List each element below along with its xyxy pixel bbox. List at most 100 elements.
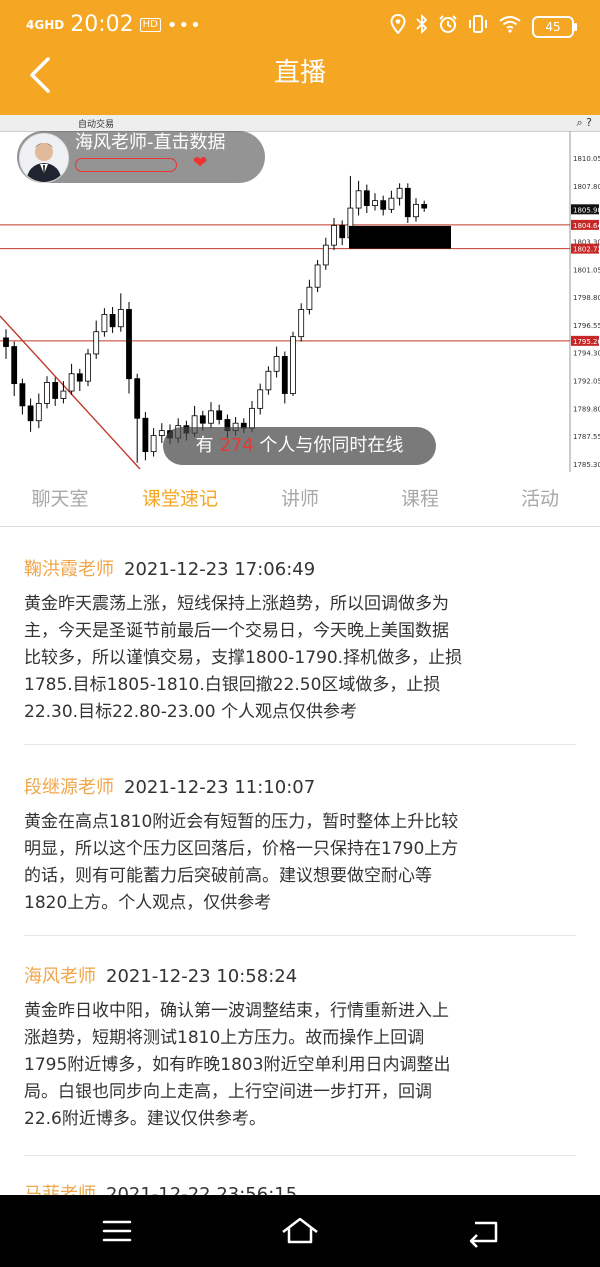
top-app-bar: 4GHD 20:02 HD ••• 45 直播 (0, 0, 600, 115)
bluetooth-icon (416, 13, 428, 39)
candle-body (306, 286, 313, 310)
price-axis-label: 1796.55 (573, 322, 600, 330)
candle-body (249, 407, 255, 429)
post-line: 1795附近博多，如有昨晚1803附近空单利用日内调整出 (24, 1055, 451, 1075)
online-count-banner: 有 274 个人与你同时在线 (163, 427, 436, 465)
list-item: 海风老师 2021-12-23 10:58:24 黄金昨日收中阳，确认第一波调整结… (24, 964, 576, 1133)
tab-activities[interactable]: 活动 (480, 486, 600, 512)
divider (24, 744, 576, 745)
tab-lecturers[interactable]: 讲师 (240, 486, 360, 512)
more-notifications-icon: ••• (166, 14, 202, 36)
post-line: 22.6附近博多。建议仅供参考。 (24, 1109, 266, 1129)
candle-body (11, 346, 18, 385)
post-line: 黄金昨日收中阳，确认第一波调整结束，行情重新进入上 (24, 1001, 449, 1021)
divider (24, 1155, 576, 1156)
candle-body (109, 313, 116, 328)
candle-body (85, 353, 91, 382)
candle-body (199, 415, 206, 424)
list-item: 段继源老师 2021-12-23 11:10:07 黄金在高点1810附近会有短暂… (24, 775, 576, 917)
location-icon (390, 13, 406, 39)
price-axis-label: 1798.80 (573, 294, 600, 302)
candle-body (126, 309, 132, 380)
post-body: 黄金昨日收中阳，确认第一波调整结束，行情重新进入上 涨趋势，短期将测试1810上… (24, 998, 576, 1133)
post-header: 鞠洪霞老师 2021-12-23 17:06:49 (24, 557, 576, 583)
back-nav-button[interactable] (463, 1211, 503, 1251)
online-count: 274 (219, 435, 254, 456)
post-line: 主，今天是圣诞节前最后一个交易日，今天晚上美国数据 (24, 621, 449, 641)
tab-class-notes[interactable]: 课堂速记 (120, 486, 240, 512)
presenter-card[interactable]: 海风老师-直击数据 ❤ (17, 131, 265, 183)
price-axis-label: 1794.30 (573, 350, 600, 358)
candle-body (60, 390, 67, 399)
network-indicator: 4GHD (26, 18, 65, 32)
post-time: 2021-12-23 10:58:24 (106, 966, 298, 987)
chart-toolbar: 自动交易 ⌕ ? (0, 115, 600, 132)
price-axis-label: 1787.55 (573, 433, 600, 441)
post-author[interactable]: 马菲老师 (24, 1184, 96, 1195)
candle-body (150, 435, 157, 453)
system-nav-bar (0, 1195, 600, 1267)
candle-body (265, 370, 272, 391)
post-header: 海风老师 2021-12-23 10:58:24 (24, 964, 576, 990)
search-icon: ⌕ ? (576, 116, 593, 129)
post-line: 黄金昨天震荡上涨，短线保持上涨趋势，所以回调做多为 (24, 594, 449, 614)
candle-body (298, 309, 305, 338)
tab-bar: 聊天室 课堂速记 讲师 课程 活动 (0, 472, 600, 527)
candle-body (117, 309, 124, 328)
price-axis-label: 1810.05 (573, 155, 600, 163)
presenter-avatar[interactable] (19, 133, 69, 183)
candle-body (208, 410, 214, 424)
online-prefix: 有 (195, 435, 214, 456)
menu-button[interactable] (97, 1211, 137, 1251)
price-axis-label: 1804.64 (573, 222, 600, 230)
divider (24, 935, 576, 936)
candle-body (44, 381, 50, 404)
candle-body (363, 190, 370, 207)
post-body: 黄金昨天震荡上涨，短线保持上涨趋势，所以回调做多为 主，今天是圣诞节前最后一个交… (24, 591, 576, 726)
presenter-name: 海风老师-直击数据 (75, 132, 226, 153)
candle-body (388, 197, 395, 210)
post-line: 1785.目标1805-1810.白银回撤22.50区域做多，止损 (24, 675, 441, 695)
status-time: 20:02 (70, 12, 134, 37)
post-line: 黄金在高点1810附近会有短暂的压力，暂时整体上升比较 (24, 812, 459, 832)
post-author[interactable]: 鞠洪霞老师 (24, 559, 114, 580)
online-suffix: 个人与你同时在线 (259, 435, 404, 456)
post-line: 比较多，所以谨慎交易，支撑1800-1790.择机做多，止损 (24, 648, 463, 668)
candle-body (19, 383, 26, 407)
post-author[interactable]: 段继源老师 (24, 777, 114, 798)
price-axis-label: 1785.30 (573, 461, 600, 469)
candle-body (134, 378, 141, 419)
candle-body (372, 200, 378, 207)
post-body: 黄金在高点1810附近会有短暂的压力，暂时整体上升比较 明显，所以这个压力区回落… (24, 809, 576, 917)
tab-courses[interactable]: 课程 (360, 486, 480, 512)
status-bar: 4GHD 20:02 HD ••• 45 (0, 0, 600, 50)
candle-body (314, 264, 321, 288)
home-icon (282, 1217, 318, 1244)
post-time: 2021-12-23 11:10:07 (124, 777, 316, 798)
post-author[interactable]: 海风老师 (24, 966, 96, 987)
price-axis-label: 1795.26 (573, 338, 600, 346)
candle-body (339, 224, 346, 239)
candle-body (396, 187, 403, 199)
battery-indicator: 45 (532, 15, 577, 38)
heart-icon[interactable]: ❤ (193, 154, 207, 172)
post-header: 段继源老师 2021-12-23 11:10:07 (24, 775, 576, 801)
home-button[interactable] (280, 1211, 320, 1251)
highlight-zone (349, 225, 451, 249)
candle-body (421, 203, 428, 209)
candle-body (142, 417, 149, 453)
candle-body (68, 373, 75, 392)
hd-badge: HD (139, 18, 161, 32)
price-axis-label: 1807.80 (573, 183, 600, 191)
post-line: 明显，所以这个压力区回落后，价格一只保持在1790上方 (24, 839, 459, 859)
notes-feed[interactable]: 鞠洪霞老师 2021-12-23 17:06:49 黄金昨天震荡上涨，短线保持上涨… (0, 527, 600, 1195)
price-axis-label: 1801.05 (573, 266, 600, 274)
tab-chatroom[interactable]: 聊天室 (0, 486, 120, 512)
page-title: 直播 (273, 58, 326, 88)
price-axis-label: 1802.72 (573, 246, 600, 254)
candle-body (3, 337, 9, 347)
post-line: 涨趋势，短期将测试1810上方压力。故而操作上回调 (24, 1028, 425, 1048)
post-header: 马菲老师 2021-12-22 23:56:15 (24, 1182, 576, 1195)
candle-body (101, 313, 108, 333)
candle-body (216, 410, 223, 420)
